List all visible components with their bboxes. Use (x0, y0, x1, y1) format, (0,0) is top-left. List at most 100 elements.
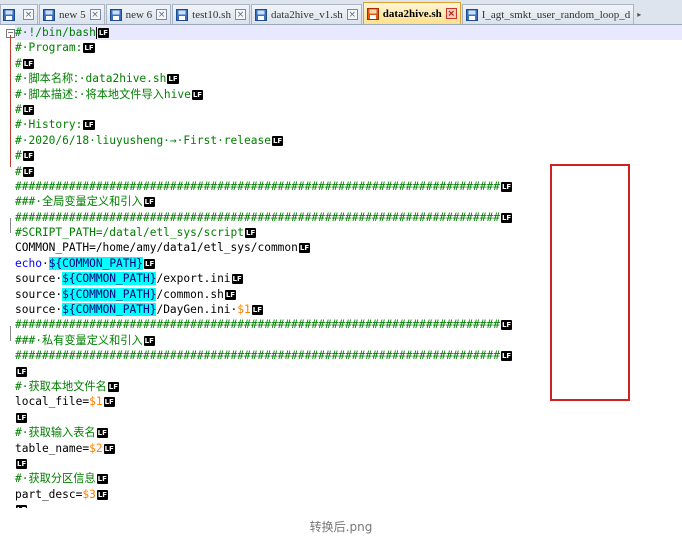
tab-0[interactable]: × (0, 4, 38, 24)
code-line[interactable]: #·获取分区信息 LF (15, 471, 682, 486)
eol-lf-marker: LF (298, 243, 311, 254)
code-token-plain: part_desc= (15, 487, 83, 501)
tab-2[interactable]: new 6 × (105, 4, 172, 24)
tab-label: data2hive_v1.sh (270, 8, 343, 21)
code-token-plain: /DayGen.ini· (156, 303, 238, 317)
document-tab-bar: × new 5 × new 6 × test10.sh × data2hive_v1.sh × d… (0, 0, 682, 25)
tab-1[interactable]: new 5 × (39, 4, 105, 24)
eol-lf-marker: LF (245, 228, 257, 239)
fold-range-line (10, 218, 11, 233)
tab-close-icon[interactable]: × (234, 9, 246, 20)
notepad-plus-plus-window: × new 5 × new 6 × test10.sh × data2hive_v1.sh × d… (0, 0, 682, 508)
code-line[interactable]: # LF (15, 56, 682, 71)
code-line[interactable]: source·${COMMON_PATH}/DayGen.ini·$1 LF (15, 302, 682, 317)
code-token-comment: #·Program: (15, 41, 83, 55)
code-line[interactable]: LF (15, 410, 682, 425)
code-line[interactable]: #·获取输入表名 LF (15, 425, 682, 440)
fold-range-line (10, 326, 11, 341)
tab-5[interactable]: data2hive.sh × (362, 2, 461, 24)
tab-label: new 5 (59, 8, 86, 21)
code-line[interactable]: echo·${COMMON_PATH} LF (15, 256, 682, 271)
code-line[interactable]: # LF (15, 164, 682, 179)
code-line[interactable]: # LF (15, 102, 682, 117)
code-line[interactable]: # LF (15, 148, 682, 163)
eol-lf-marker: LF (22, 166, 34, 177)
eol-lf-marker: LF (271, 135, 284, 146)
tab-scroll-right-icon[interactable]: ▸ (635, 4, 643, 24)
eol-lf-marker: LF (16, 458, 28, 469)
code-token-comment: # (15, 149, 22, 163)
code-token-comment: ########################################… (15, 179, 500, 193)
code-line[interactable]: table_name=$2 LF (15, 441, 682, 456)
code-token-plain: source· (15, 303, 63, 317)
eol-lf-marker: LF (83, 43, 95, 54)
code-line[interactable]: LF (15, 456, 682, 471)
eol-lf-marker: LF (224, 289, 237, 300)
code-line[interactable]: #·脚本名称：·data2hive.sh LF (15, 71, 682, 86)
code-line[interactable]: #·!/bin/bash LF (15, 25, 682, 41)
eol-lf-marker: LF (103, 397, 115, 408)
code-token-comment: #·获取分区信息 (15, 472, 96, 486)
code-line[interactable]: ########################################… (15, 210, 682, 225)
code-token-varhl: ${COMMON_PATH} (62, 287, 157, 301)
code-token-comment: ###·私有变量定义和引入 (15, 333, 143, 347)
eol-lf-marker: LF (96, 489, 109, 500)
code-token-param: $3 (82, 487, 96, 501)
code-editor[interactable]: − #·!/bin/bash LF #·Program: LF # LF #·脚本名称：·d… (0, 25, 682, 508)
code-line[interactable]: ###·全局变量定义和引入 LF (15, 194, 682, 209)
code-line[interactable]: local_file=$1 LF (15, 394, 682, 409)
fold-margin: − (0, 25, 15, 508)
code-token-plain: source· (15, 287, 63, 301)
eol-lf-marker: LF (500, 351, 513, 362)
code-token-comment: # (15, 102, 22, 116)
code-line[interactable]: ###·私有变量定义和引入 LF (15, 333, 682, 348)
code-token-comment: #·获取本地文件名 (15, 379, 107, 393)
code-line[interactable]: COMMON_PATH=/home/amy/data1/etl_sys/comm… (15, 240, 682, 255)
eol-lf-marker: LF (500, 320, 513, 331)
code-token-comment: # (15, 56, 22, 70)
code-token-param: $1 (89, 395, 103, 409)
tab-6[interactable]: I_agt_smkt_user_random_loop_d (461, 4, 635, 24)
code-line[interactable]: #·获取本地文件名 LF (15, 379, 682, 394)
code-line[interactable]: #·Program: LF (15, 40, 682, 55)
code-token-comment: ########################################… (15, 318, 500, 332)
code-token-plain: COMMON_PATH=/home/amy/data1/etl_sys/comm… (15, 241, 298, 255)
eol-lf-marker: LF (96, 428, 108, 439)
eol-lf-marker: LF (97, 28, 110, 38)
code-line[interactable]: source·${COMMON_PATH}/common.sh LF (15, 287, 682, 302)
code-token-keyword: echo (15, 256, 42, 270)
fold-range-line (10, 35, 11, 167)
code-line[interactable]: LF (15, 364, 682, 379)
tab-close-icon[interactable]: × (445, 8, 457, 19)
code-token-comment: ########################################… (15, 210, 500, 224)
code-token-comment: #·脚本描述：·将本地文件导入hive (15, 87, 191, 101)
code-line[interactable]: #SCRIPT_PATH=/datal/etl_sys/script LF (15, 225, 682, 240)
code-line[interactable]: ########################################… (15, 179, 682, 194)
code-line[interactable]: #·脚本描述：·将本地文件导入hive LF (15, 87, 682, 102)
code-line[interactable]: #·2020/6/18·liuyusheng·→·First·release LF (15, 133, 682, 148)
eol-lf-marker: LF (103, 443, 115, 454)
eol-lf-marker: LF (22, 104, 34, 115)
tab-close-icon[interactable]: × (89, 9, 101, 20)
tab-close-icon[interactable]: × (346, 9, 358, 20)
tab-close-icon[interactable]: × (156, 9, 168, 20)
code-line[interactable]: ########################################… (15, 317, 682, 332)
code-line[interactable]: #·History: LF (15, 117, 682, 132)
code-line[interactable]: part_desc=$3 LF (15, 487, 682, 502)
eol-lf-marker: LF (500, 181, 513, 192)
eol-lf-marker: LF (167, 74, 179, 85)
tab-close-icon[interactable]: × (23, 9, 34, 20)
eol-lf-marker: LF (143, 197, 155, 208)
code-token-plain: source· (15, 272, 63, 286)
code-token-comment: #·History: (15, 118, 83, 132)
tab-4[interactable]: data2hive_v1.sh × (250, 4, 362, 24)
tab-3[interactable]: test10.sh × (172, 4, 250, 24)
code-token-comment: # (15, 164, 22, 178)
code-line[interactable]: source·${COMMON_PATH}/export.ini LF (15, 271, 682, 286)
eol-lf-marker: LF (22, 58, 34, 69)
code-token-varhl: ${COMMON_PATH} (48, 256, 143, 270)
code-token-plain: table_name= (15, 441, 90, 455)
code-token-comment: ########################################… (15, 349, 500, 363)
eol-lf-marker: LF (143, 335, 155, 346)
code-line[interactable]: ########################################… (15, 348, 682, 363)
